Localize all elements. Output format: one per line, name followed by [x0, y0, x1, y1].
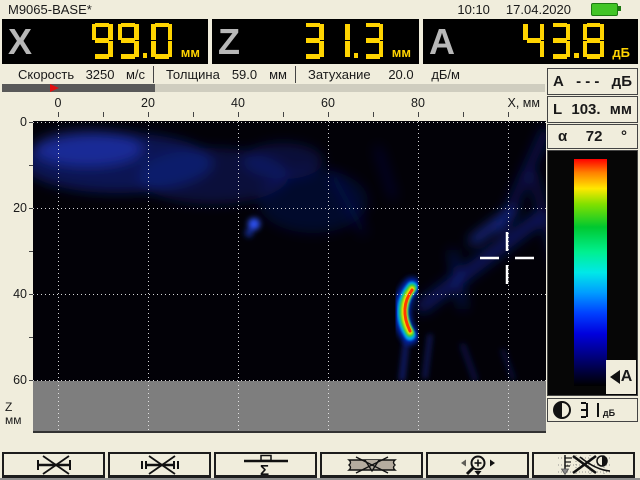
param-velocity-label: Скорость: [18, 67, 74, 82]
z-ruler-label: 60: [0, 373, 27, 387]
param-velocity-unit: м/с: [126, 67, 145, 82]
toolbar-button-zoom-pan[interactable]: [426, 452, 529, 478]
zoom-pan-icon: [450, 454, 506, 476]
contrast-icon: [553, 401, 571, 419]
titlebar: M9065-BASE* 10:10 17.04.2020: [0, 0, 640, 18]
date: 17.04.2020: [506, 2, 571, 17]
angle-value: 72: [586, 128, 603, 145]
path-label: L: [553, 101, 562, 118]
param-thickness-unit: мм: [269, 67, 287, 82]
angle-display: α 72 °: [547, 124, 638, 149]
param-attenuation-value: 20.0: [388, 67, 413, 82]
param-thickness: Толщина 59.0 мм: [154, 66, 296, 83]
toolbar-button-gate-single[interactable]: [2, 452, 105, 478]
gain-display: А - - - дБ: [547, 68, 638, 95]
param-thickness-label: Толщина: [166, 67, 220, 82]
x-ruler-label: 80: [411, 96, 425, 110]
readout-a-unit: дБ: [612, 45, 630, 60]
sum-mode-icon: Σ: [238, 454, 294, 476]
param-attenuation: Затухание 20.0 дБ/м: [296, 66, 464, 83]
z-ruler-label: 20: [0, 201, 27, 215]
config-title: M9065-BASE*: [8, 2, 92, 17]
gain-label: А: [553, 73, 564, 90]
path-unit: мм: [610, 101, 632, 118]
gate-single-off-icon: [26, 455, 82, 475]
contrast-display: дБ: [547, 398, 638, 422]
sigma-glyph: Σ: [260, 462, 269, 476]
angle-label: α: [558, 128, 567, 145]
clock: 10:10: [457, 2, 490, 17]
param-thickness-value: 59.0: [232, 67, 257, 82]
readout-x: X мм: [2, 19, 208, 64]
x-ruler-ticks: [58, 112, 510, 117]
x-ruler-label: 60: [321, 96, 335, 110]
colorbar-marker-arrow-icon: [610, 370, 620, 384]
flaw-detector-screen: M9065-BASE* 10:10 17.04.2020 X мм Z мм A…: [0, 0, 640, 480]
readout-a-value: [521, 23, 606, 61]
scan-progress-bar[interactable]: [2, 84, 545, 92]
path-display: L 103. мм: [547, 96, 638, 123]
colorbar-gradient: [574, 159, 607, 386]
param-attenuation-unit: дБ/м: [431, 67, 460, 82]
readout-z-label: Z: [218, 21, 240, 63]
x-ruler-label: 40: [231, 96, 245, 110]
bscan-image[interactable]: [33, 121, 546, 433]
titlebar-right: 10:10 17.04.2020: [457, 0, 640, 18]
contrast-unit: дБ: [603, 408, 615, 418]
param-velocity: Скорость 3250 м/с: [2, 66, 154, 83]
gain-unit: дБ: [612, 73, 632, 90]
x-ruler-label: 0: [55, 96, 62, 110]
toolbar-button-gate-double[interactable]: [108, 452, 211, 478]
z-ruler-label: 40: [0, 287, 27, 301]
colorbar-threshold: A: [606, 360, 636, 394]
gate-double-off-icon: [132, 455, 188, 475]
gain-value: - - -: [576, 73, 599, 90]
parameters-row: Скорость 3250 м/с Толщина 59.0 мм Затуха…: [2, 66, 545, 83]
readout-x-unit: мм: [181, 45, 200, 60]
toolbar-button-weld-view[interactable]: [320, 452, 423, 478]
path-value: 103.: [571, 101, 600, 118]
readout-z-unit: мм: [392, 45, 411, 60]
readout-z: Z мм: [212, 19, 419, 64]
dead-zone-band: [33, 381, 546, 431]
scan-position-marker-icon: [50, 84, 59, 92]
readout-x-label: X: [8, 21, 32, 63]
display-contrast-icon: [556, 454, 612, 476]
colorbar-marker-label: A: [621, 368, 633, 386]
param-velocity-value: 3250: [86, 67, 115, 82]
amplitude-colorbar: A: [547, 150, 638, 396]
battery-icon: [591, 3, 618, 16]
scan-progress-fill: [2, 84, 155, 92]
z-axis-unit: мм: [5, 414, 22, 427]
readout-x-value: [89, 23, 174, 61]
readout-z-value: [300, 23, 385, 61]
readout-a-label: A: [429, 21, 455, 63]
weld-view-off-icon: [344, 455, 400, 475]
z-axis-title: Z мм: [5, 401, 22, 427]
x-axis-title: X, мм: [508, 96, 540, 110]
z-ruler-label: 0: [0, 115, 27, 129]
contrast-value: [578, 402, 600, 417]
param-attenuation-label: Затухание: [308, 67, 371, 82]
readout-a: A дБ: [423, 19, 638, 64]
toolbar-button-display-settings[interactable]: [532, 452, 635, 478]
x-ruler-label: 20: [141, 96, 155, 110]
toolbar-button-sum-mode[interactable]: Σ: [214, 452, 317, 478]
angle-unit: °: [621, 128, 627, 145]
